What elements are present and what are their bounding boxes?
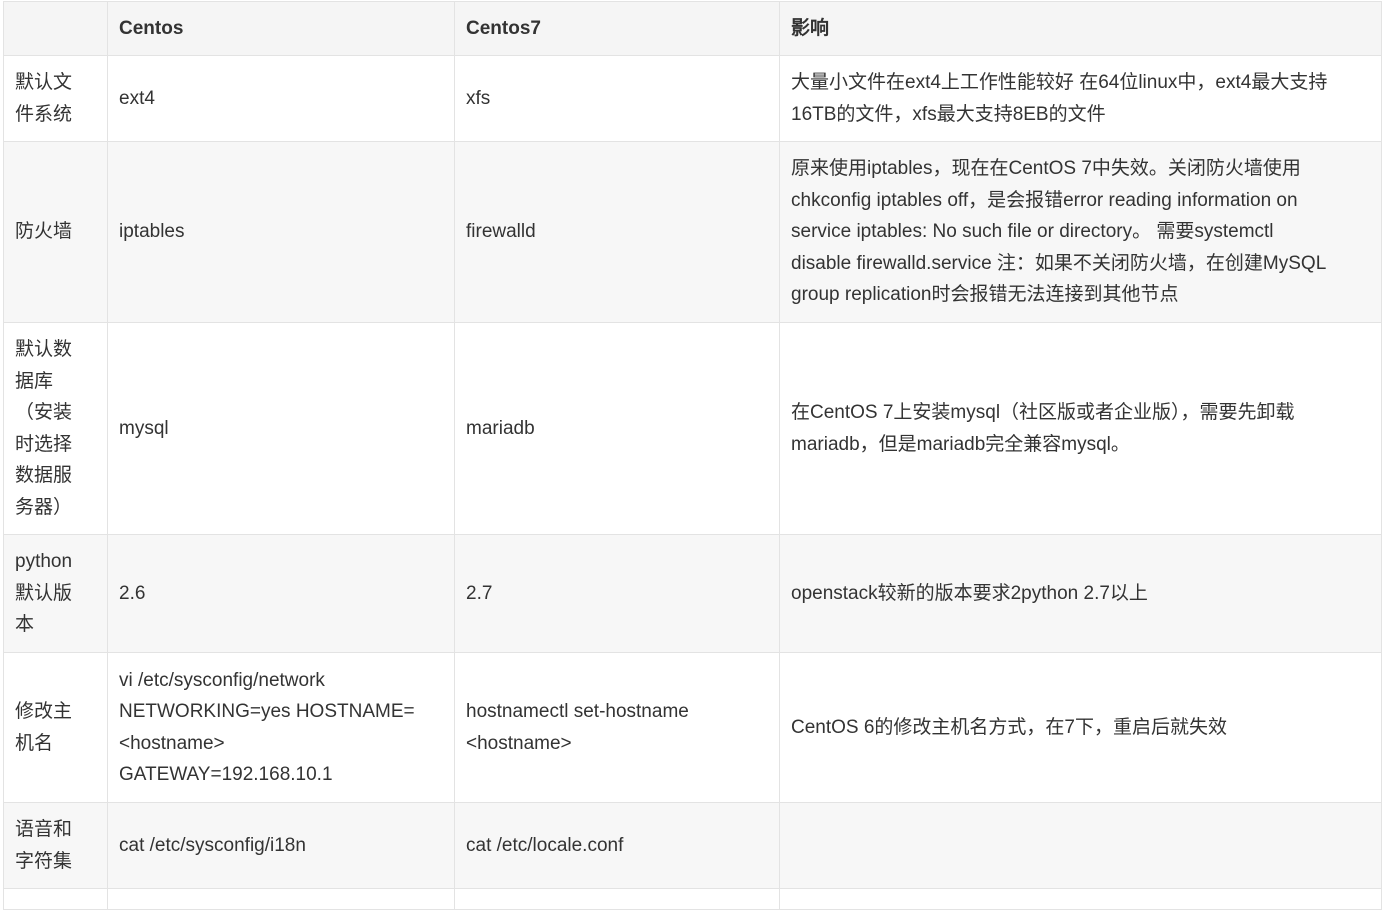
table-row: 防火墙 iptables firewalld 原来使用iptables，现在在C… [3,141,1382,323]
cell-line: 字符集 [15,850,73,872]
comparison-table: Centos Centos7 影响 默认文 件系统 ext4 xfs 大量小文件… [3,1,1382,910]
cell-line: 修改主 [15,701,73,722]
cell-line: 件系统 [15,103,73,125]
table-row: 语音和 字符集 cat /etc/sysconfig/i18n cat /etc… [3,802,1382,889]
cell-line: disable firewalld.service 注：如果不关闭防火墙，在创建… [791,252,1327,274]
cell-line: python [15,551,73,573]
table-row: 默认文 件系统 ext4 xfs 大量小文件在ext4上工作性能较好 在64位l… [3,55,1382,142]
impact-cell [779,888,1382,910]
cell-line: 大量小文件在ext4上工作性能较好 在64位linux中，ext4最大支持 [791,72,1328,93]
cell-line: xfs [466,87,491,109]
centos-cell: cat /etc/sysconfig/i18n [107,802,455,889]
cell-line: <hostname> [466,732,572,754]
table-header-row: Centos Centos7 影响 [3,1,1382,56]
cell-line: 2.6 [119,582,146,604]
centos7-cell: firewalld [454,141,780,323]
cell-line: CentOS 6的修改主机名方式，在7下，重启后就失效 [791,716,1227,738]
centos-cell: iptables [107,141,455,323]
cell-line: vi /etc/sysconfig/network [119,669,325,691]
impact-cell: 原来使用iptables，现在在CentOS 7中失效。关闭防火墙使用 chkc… [779,141,1382,323]
header-cell-centos7: Centos7 [454,1,780,56]
header-cell-blank [3,1,108,56]
cell-line: mysql [119,417,169,439]
row-label-cell: 语音和 字符集 [3,802,108,889]
cell-line: 时选择 [15,433,73,455]
table-row: python 默认版 本 2.6 2.7 openstack较新的版本要求2py… [3,534,1382,653]
centos7-cell: xfs [454,55,780,142]
row-label-cell: 默认数 据库 （安装 时选择 数据服 务器） [3,322,108,535]
centos7-cell [454,888,780,910]
cell-line: （安装 [15,402,73,423]
impact-cell [779,802,1382,889]
centos-cell: mysql [107,322,455,535]
centos-cell: 2.6 [107,534,455,653]
cell-line: service iptables: No such file or direct… [791,221,1274,243]
centos7-cell: mariadb [454,322,780,535]
cell-line: hostnamectl set-hostname [466,701,689,722]
cell-line: cat /etc/locale.conf [466,834,624,856]
cell-line: 数据服 [15,465,73,486]
cell-line: NETWORKING=yes HOSTNAME= [119,701,415,722]
cell-line: chkconfig iptables off，是会报错error reading… [791,189,1298,211]
header-cell-centos: Centos [107,1,455,56]
cell-line: 默认文 [15,72,73,93]
cell-line: 原来使用iptables，现在在CentOS 7中失效。关闭防火墙使用 [791,158,1301,180]
cell-line: ext4 [119,87,155,109]
centos-cell: vi /etc/sysconfig/network NETWORKING=yes… [107,652,455,803]
table-row [3,888,1382,910]
row-label-cell [3,888,108,910]
centos-cell: ext4 [107,55,455,142]
cell-line: 机名 [15,732,54,754]
cell-line: 默认数 [15,339,73,360]
header-cell-impact: 影响 [779,1,1382,56]
cell-line: mariadb，但是mariadb完全兼容mysql。 [791,433,1130,455]
cell-line: 据库 [15,370,54,392]
cell-line: 务器） [15,496,73,518]
cell-line: 防火墙 [15,221,73,243]
row-label-cell: python 默认版 本 [3,534,108,653]
cell-line: firewalld [466,221,536,243]
cell-line: mariadb [466,417,535,439]
cell-line: GATEWAY=192.168.10.1 [119,764,333,785]
impact-cell: openstack较新的版本要求2python 2.7以上 [779,534,1382,653]
cell-line: openstack较新的版本要求2python 2.7以上 [791,582,1148,604]
cell-line: <hostname> [119,732,225,754]
cell-line: 语音和 [15,819,73,840]
impact-cell: 在CentOS 7上安装mysql（社区版或者企业版），需要先卸载 mariad… [779,322,1382,535]
cell-line: 默认版 [15,582,73,604]
table-row: 默认数 据库 （安装 时选择 数据服 务器） mysql mariadb 在Ce… [3,322,1382,535]
centos7-cell: cat /etc/locale.conf [454,802,780,889]
centos7-cell: 2.7 [454,534,780,653]
impact-cell: 大量小文件在ext4上工作性能较好 在64位linux中，ext4最大支持 16… [779,55,1382,142]
cell-line: 本 [15,614,35,636]
cell-line: 在CentOS 7上安装mysql（社区版或者企业版），需要先卸载 [791,402,1295,423]
centos7-cell: hostnamectl set-hostname <hostname> [454,652,780,803]
row-label-cell: 修改主 机名 [3,652,108,803]
cell-line: group replication时会报错无法连接到其他节点 [791,284,1179,306]
row-label-cell: 防火墙 [3,141,108,323]
row-label-cell: 默认文 件系统 [3,55,108,142]
cell-line: cat /etc/sysconfig/i18n [119,834,306,856]
impact-cell: CentOS 6的修改主机名方式，在7下，重启后就失效 [779,652,1382,803]
cell-line: iptables [119,221,185,243]
cell-line: 2.7 [466,582,493,604]
table-row: 修改主 机名 vi /etc/sysconfig/network NETWORK… [3,652,1382,803]
centos-cell [107,888,455,910]
cell-line: 16TB的文件，xfs最大支持8EB的文件 [791,103,1106,125]
